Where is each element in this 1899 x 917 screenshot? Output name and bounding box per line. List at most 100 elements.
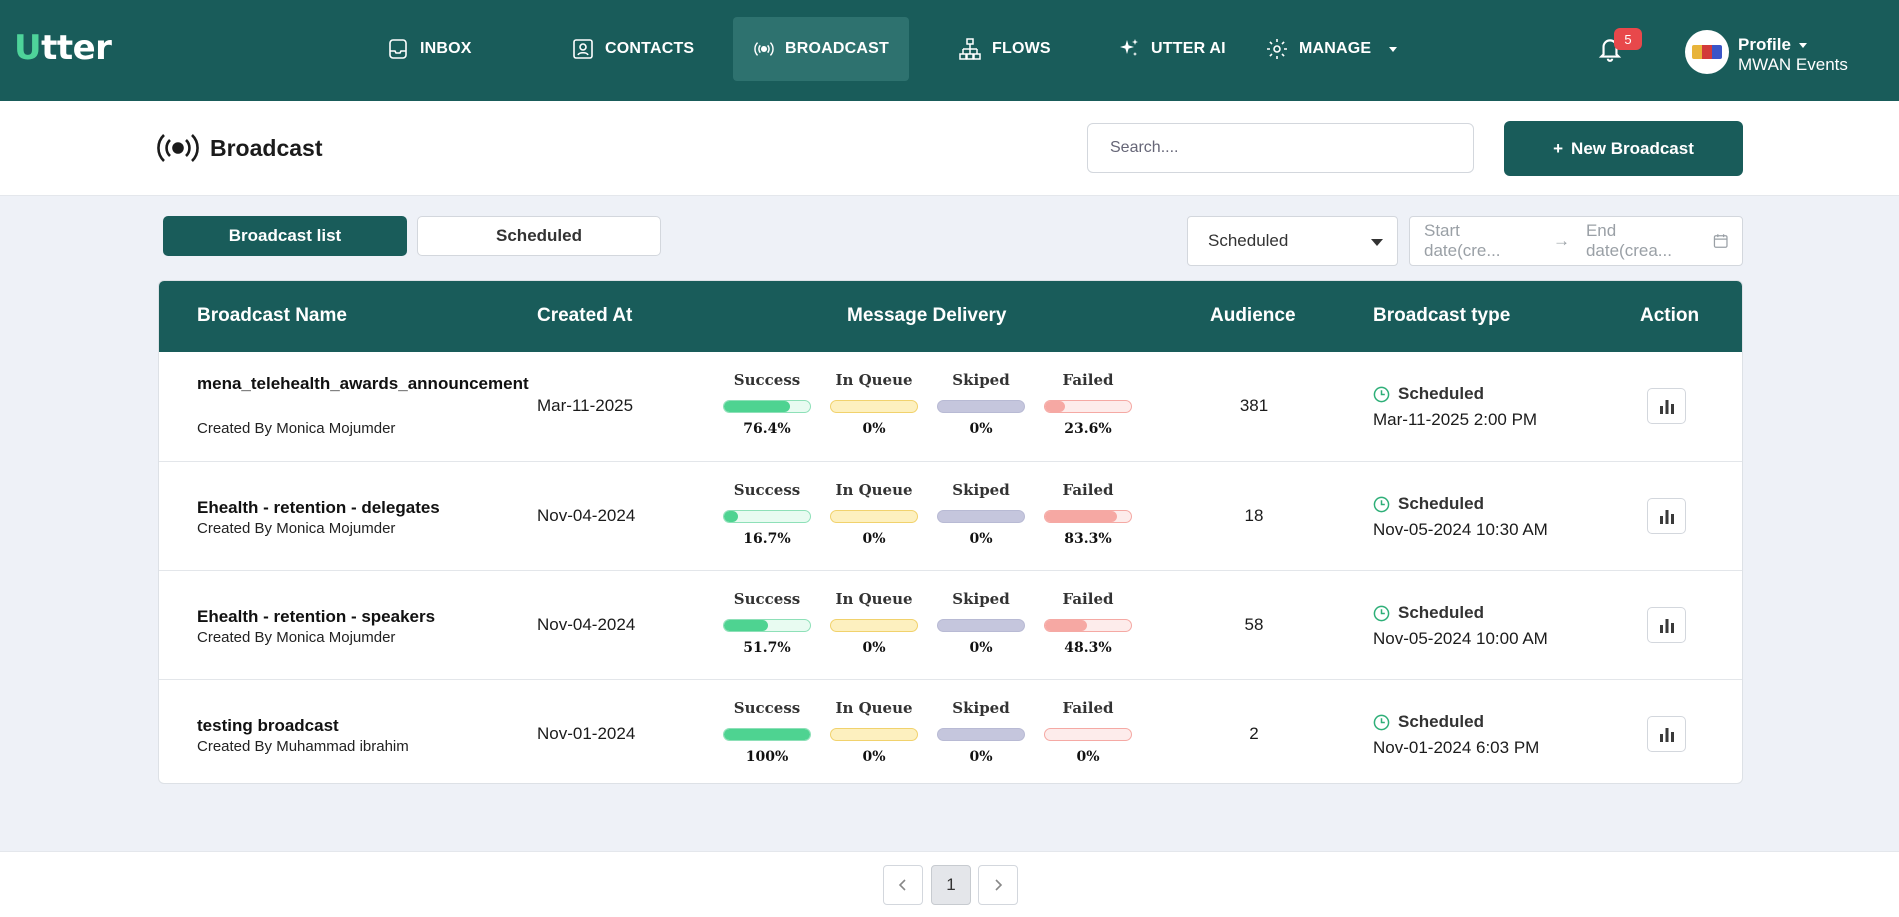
chevron-left-icon: [898, 879, 906, 891]
col-audience: Audience: [1210, 305, 1296, 326]
delivery-skip-label: Skiped: [952, 699, 1010, 717]
calendar-icon: [1713, 234, 1728, 248]
delivery-failed-value: 48.3%: [1064, 640, 1112, 656]
broadcast-name[interactable]: Ehealth - retention - speakers: [197, 605, 467, 628]
avatar[interactable]: [1685, 30, 1729, 74]
prev-page-button[interactable]: [883, 865, 923, 905]
tab-scheduled[interactable]: Scheduled: [417, 216, 661, 256]
delivery-success-label: Success: [733, 590, 801, 608]
chevron-right-icon: [995, 879, 1003, 891]
delivery-failed-bar: [1044, 510, 1132, 523]
nav-manage[interactable]: MANAGE: [1245, 17, 1417, 81]
nav-utter-ai[interactable]: UTTER AI: [1097, 17, 1246, 81]
delivery-queue: In Queue 0%: [830, 590, 918, 656]
clock-icon: [1373, 605, 1390, 621]
delivery-success-value: 51.7%: [743, 640, 791, 656]
delivery-failed-fill: [1045, 401, 1066, 412]
schedule-datetime: Nov-05-2024 10:30 AM: [1373, 520, 1548, 539]
next-page-button[interactable]: [978, 865, 1018, 905]
delivery-failed-fill: [1045, 511, 1117, 522]
delivery-skip: Skiped 0%: [937, 371, 1025, 437]
broadcast-name[interactable]: testing broadcast: [197, 714, 467, 737]
delivery-success-value: 16.7%: [743, 531, 791, 547]
delivery-failed-label: Failed: [1062, 481, 1114, 499]
created-by: Created By Muhammad ibrahim: [197, 738, 409, 755]
bar-chart-icon: [1659, 619, 1674, 633]
delivery-queue-bar: [830, 510, 918, 523]
delivery-skip: Skiped 0%: [937, 590, 1025, 656]
audience-count: 381: [1239, 396, 1269, 415]
nav-inbox[interactable]: INBOX: [366, 17, 492, 81]
stats-button[interactable]: [1647, 498, 1686, 534]
created-by: Created By Monica Mojumder: [197, 420, 396, 437]
broadcast-name[interactable]: mena_telehealth_awards_announcement: [197, 372, 529, 395]
delivery-queue-label: In Queue: [835, 699, 913, 717]
delivery-skip-value: 0%: [969, 640, 993, 656]
top-navbar: Utter INBOX CONTACTS BROADCAST FLOWS UTT…: [0, 0, 1899, 101]
page-1-button[interactable]: 1: [931, 865, 971, 905]
delivery-queue: In Queue 0%: [830, 371, 918, 437]
stats-button[interactable]: [1647, 607, 1686, 643]
delivery-failed: Failed 23.6%: [1044, 371, 1132, 437]
delivery-failed-bar: [1044, 728, 1132, 741]
delivery-failed-value: 0%: [1076, 749, 1100, 765]
search-input[interactable]: [1087, 123, 1474, 173]
broadcast-name[interactable]: Ehealth - retention - delegates: [197, 496, 467, 519]
delivery-success-value: 76.4%: [743, 421, 791, 437]
delivery-failed-bar: [1044, 619, 1132, 632]
delivery-success-fill: [724, 729, 810, 740]
audience-count: 18: [1244, 506, 1264, 525]
col-message-delivery: Message Delivery: [847, 305, 1007, 326]
nav-contacts[interactable]: CONTACTS: [551, 17, 714, 81]
utter-logo[interactable]: Utter: [14, 28, 112, 68]
schedule-datetime: Nov-05-2024 10:00 AM: [1373, 629, 1548, 648]
chevron-down-icon: [1371, 239, 1383, 246]
delivery-failed: Failed 0%: [1044, 699, 1132, 765]
notification-badge: 5: [1614, 28, 1642, 50]
delivery-failed-label: Failed: [1062, 699, 1114, 717]
delivery-skip: Skiped 0%: [937, 699, 1025, 765]
sparkle-icon: [1120, 39, 1138, 56]
delivery-success-bar: [723, 728, 811, 741]
delivery-skip-label: Skiped: [952, 590, 1010, 608]
page-title: Broadcast: [156, 133, 322, 163]
table-row: Ehealth - retention - delegates Created B…: [159, 461, 1742, 570]
new-broadcast-button[interactable]: + New Broadcast: [1504, 121, 1743, 176]
arrow-right-icon: →: [1552, 231, 1570, 250]
delivery-skip-label: Skiped: [952, 481, 1010, 499]
delivery-queue-value: 0%: [862, 421, 886, 437]
created-by: Created By Monica Mojumder: [197, 520, 396, 537]
broadcast-icon: [157, 134, 199, 162]
nav-flows[interactable]: FLOWS: [938, 17, 1071, 81]
audience-count: 2: [1249, 724, 1259, 743]
delivery-queue-label: In Queue: [835, 590, 913, 608]
delivery-success-bar: [723, 510, 811, 523]
delivery-failed: Failed 48.3%: [1044, 590, 1132, 656]
col-broadcast-name[interactable]: Broadcast Name: [197, 305, 347, 327]
end-date-input[interactable]: End date(crea...: [1586, 221, 1703, 261]
status-filter-select[interactable]: Scheduled: [1187, 216, 1398, 266]
start-date-input[interactable]: Start date(cre...: [1424, 221, 1537, 261]
contacts-icon: [573, 39, 593, 59]
broadcast-type: Scheduled Mar-11-2025 2:00 PM: [1373, 384, 1538, 429]
delivery-queue: In Queue 0%: [830, 481, 918, 547]
broadcast-type: Scheduled Nov-05-2024 10:30 AM: [1373, 494, 1548, 539]
delivery-failed-fill: [1045, 620, 1087, 631]
delivery-queue-label: In Queue: [835, 371, 913, 389]
stats-button[interactable]: [1647, 388, 1686, 424]
profile-menu[interactable]: Profile: [1738, 35, 1807, 55]
clock-icon: [1373, 714, 1390, 730]
col-broadcast-type: Broadcast type: [1373, 305, 1511, 326]
broadcast-icon: [754, 42, 774, 56]
col-created-at[interactable]: Created At: [537, 305, 632, 327]
delivery-failed-label: Failed: [1062, 371, 1114, 389]
clock-icon: [1373, 386, 1390, 402]
stats-button[interactable]: [1647, 716, 1686, 752]
delivery-skip: Skiped 0%: [937, 481, 1025, 547]
nav-broadcast[interactable]: BROADCAST: [733, 17, 909, 81]
delivery-queue-label: In Queue: [835, 481, 913, 499]
delivery-success: Success 51.7%: [723, 590, 811, 656]
date-range-picker[interactable]: Start date(cre... → End date(crea...: [1409, 216, 1743, 266]
delivery-success-label: Success: [733, 699, 801, 717]
tab-broadcast-list[interactable]: Broadcast list: [163, 216, 407, 256]
